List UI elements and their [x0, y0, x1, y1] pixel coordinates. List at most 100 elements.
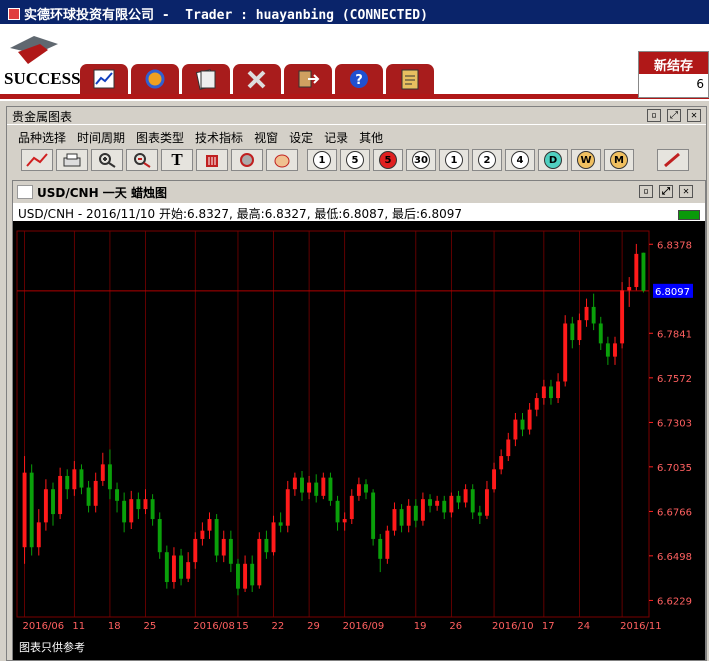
candle-body	[627, 287, 632, 291]
candlestick-chart[interactable]: 6.8378 6.7841 6.7572 6.7303 6.7035 6.6766 6.64…	[13, 221, 705, 639]
candle-body	[186, 562, 191, 579]
candle-body	[193, 538, 198, 563]
current-price-label: 6.8097	[655, 287, 690, 298]
candle-body	[228, 538, 233, 564]
candle-body	[477, 512, 482, 516]
print-tool[interactable]	[56, 149, 88, 171]
candle-body	[428, 499, 432, 506]
chart-menu: 品种选择 时间周期 图表类型 技术指标 视窗 设定 记录 其他	[17, 129, 384, 146]
tools-button[interactable]	[233, 64, 281, 94]
candle-body	[86, 487, 91, 506]
period-label-2: 5	[379, 151, 397, 169]
candle-body	[556, 381, 561, 399]
refresh-icon	[145, 69, 165, 89]
printer-icon	[63, 153, 81, 167]
candle-body	[399, 509, 404, 526]
documents-button[interactable]	[182, 64, 230, 94]
x-tick-label: 18	[108, 621, 121, 632]
candle-body	[492, 469, 497, 490]
zoom-out-icon	[134, 153, 151, 168]
candle-body	[164, 552, 169, 583]
candle-body	[100, 464, 105, 481]
candle-body	[79, 469, 84, 488]
maximize-button[interactable]: ⤢	[667, 109, 681, 122]
candle-body	[214, 519, 219, 556]
logo-text: SUCCESS	[4, 69, 81, 88]
hand-tool[interactable]	[266, 149, 298, 171]
menu-item-3[interactable]: 技术指标	[194, 129, 244, 146]
y-tick-label: 6.7303	[657, 418, 692, 429]
help-button[interactable]: ?	[335, 64, 383, 94]
chart-maximize-button[interactable]: ⤢	[659, 185, 673, 198]
menu-item-7[interactable]: 其他	[358, 129, 384, 146]
candle-body	[591, 306, 596, 324]
period-button-4[interactable]: 1	[439, 149, 469, 171]
zoom-out-tool[interactable]	[126, 149, 158, 171]
period-button-7[interactable]: D	[538, 149, 568, 171]
refresh-button[interactable]	[131, 64, 179, 94]
menu-item-5[interactable]: 设定	[288, 129, 314, 146]
window-title: 实德环球投资有限公司 - Trader : huayanbing (CONNEC…	[24, 8, 428, 23]
period-button-2[interactable]: 5	[373, 149, 403, 171]
candle-body	[200, 530, 205, 539]
period-label-4: 1	[445, 151, 463, 169]
period-button-3[interactable]: 30	[406, 149, 436, 171]
y-tick-label: 6.6229	[657, 596, 692, 607]
candle-body	[613, 343, 617, 357]
zoom-in-tool[interactable]	[91, 149, 123, 171]
menu-item-0[interactable]: 品种选择	[17, 129, 67, 146]
candle-body	[115, 489, 119, 501]
close-button[interactable]: ✕	[687, 109, 701, 122]
line-chart-icon	[26, 153, 48, 167]
exit-button[interactable]	[284, 64, 332, 94]
candle-body	[605, 343, 610, 357]
header-divider	[0, 94, 709, 99]
period-button-9[interactable]: M	[604, 149, 634, 171]
candle-body	[335, 500, 340, 523]
period-button-0[interactable]: 1	[307, 149, 337, 171]
period-button-8[interactable]: W	[571, 149, 601, 171]
candle-body	[271, 522, 276, 553]
x-tick-label: 2016/08	[193, 621, 235, 632]
candle-body	[456, 495, 461, 503]
chart-close-button[interactable]: ✕	[679, 185, 693, 198]
candle-body	[527, 409, 532, 430]
tools-icon	[247, 70, 266, 89]
panel-title: 贵金属图表 ▫ ⤢ ✕	[7, 107, 706, 125]
menu-item-2[interactable]: 图表类型	[135, 129, 185, 146]
period-button-6[interactable]: 4	[505, 149, 535, 171]
chart-button[interactable]	[80, 64, 128, 94]
restore-button[interactable]: ▫	[647, 109, 661, 122]
clipboard-button[interactable]	[386, 64, 434, 94]
delete-tool[interactable]	[196, 149, 228, 171]
candle-body	[129, 499, 134, 523]
period-button-1[interactable]: 5	[340, 149, 370, 171]
candle-body	[620, 290, 625, 344]
candle-body	[470, 489, 475, 513]
candle-body	[549, 386, 553, 399]
svg-text:?: ?	[355, 73, 363, 88]
menu-item-4[interactable]: 视窗	[253, 129, 279, 146]
target-tool[interactable]	[231, 149, 263, 171]
candle-body	[171, 555, 176, 583]
menu-item-6[interactable]: 记录	[323, 129, 349, 146]
chart-restore-button[interactable]: ▫	[639, 185, 653, 198]
candle-body	[598, 323, 603, 344]
chart-toolbar: T 1 5 5 30 1 2 4 D W M	[21, 147, 707, 173]
menu-item-1[interactable]: 时间周期	[76, 129, 126, 146]
draw-tool[interactable]	[657, 149, 689, 171]
period-button-5[interactable]: 2	[472, 149, 502, 171]
x-tick-label: 17	[542, 621, 555, 632]
candle-body	[534, 398, 539, 410]
candle-body	[463, 489, 468, 503]
y-tick-label: 6.7035	[657, 463, 692, 474]
y-tick-label: 6.7841	[657, 329, 692, 340]
line-chart-tool[interactable]	[21, 149, 53, 171]
app-icon	[8, 8, 20, 20]
candle-body	[634, 253, 639, 288]
trash-icon	[206, 155, 218, 167]
chart-window-titlebar: USD/CNH 一天 蜡烛图 ▫ ⤢ ✕	[13, 181, 705, 203]
candle-body	[72, 469, 77, 490]
candle-body	[278, 522, 283, 526]
text-tool[interactable]: T	[161, 149, 193, 171]
